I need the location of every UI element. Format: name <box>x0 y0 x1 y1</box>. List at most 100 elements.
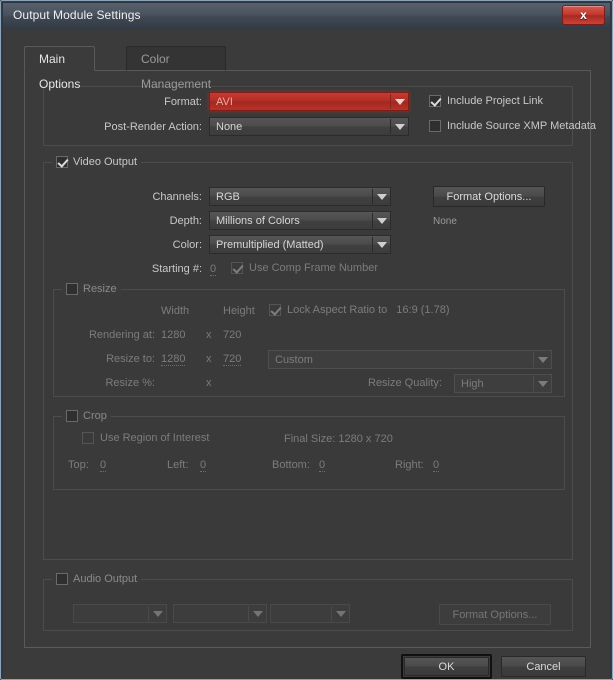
rendering-at-label: Rendering at: <box>88 329 155 341</box>
chevron-down-icon <box>332 605 349 622</box>
crop-bottom-field[interactable]: 0 <box>319 459 326 472</box>
cancel-button[interactable]: Cancel <box>501 656 586 677</box>
resize-group-title[interactable]: Resize <box>62 283 121 295</box>
chevron-down-icon <box>373 188 390 205</box>
resize-to-label: Resize to: <box>106 353 155 365</box>
chevron-down-icon <box>534 375 551 392</box>
rendering-x-separator: x <box>206 329 212 341</box>
dialog-footer: OK Cancel <box>3 648 610 679</box>
chevron-down-icon <box>534 351 551 368</box>
tab-color-management[interactable]: Color Management <box>126 46 227 91</box>
color-dropdown-value: Premultiplied (Matted) <box>216 238 324 251</box>
chevron-down-icon <box>249 605 266 622</box>
lock-aspect-ratio-checkbox[interactable]: Lock Aspect Ratio to 16:9 (1.78) <box>269 304 449 316</box>
audio-channels-dropdown[interactable] <box>270 604 350 623</box>
channels-dropdown-value: RGB <box>216 190 240 203</box>
channels-label: Channels: <box>152 191 202 203</box>
audio-output-group-title[interactable]: Audio Output <box>52 573 142 585</box>
depth-dropdown-value: Millions of Colors <box>216 214 300 227</box>
checkbox-icon <box>56 573 68 585</box>
color-dropdown[interactable]: Premultiplied (Matted) <box>209 235 391 254</box>
crop-left-field[interactable]: 0 <box>200 459 207 472</box>
crop-left-label: Left: <box>167 459 189 471</box>
audio-output-group: Audio Output Format Options... <box>43 573 573 631</box>
resize-height-field[interactable]: 720 <box>223 353 242 366</box>
format-label: Format: <box>164 96 202 108</box>
crop-group-title[interactable]: Crop <box>62 410 111 422</box>
video-output-group-title[interactable]: Video Output <box>52 156 142 168</box>
resize-group: Resize Width Height Lock Aspect Ratio to… <box>53 283 565 397</box>
lock-aspect-ratio-value: 16:9 (1.78) <box>396 304 450 316</box>
checkbox-icon <box>82 432 94 444</box>
crop-bottom-label: Bottom: <box>272 459 310 471</box>
close-button[interactable]: x <box>562 5 605 25</box>
chevron-down-icon <box>373 212 390 229</box>
video-format-options-button[interactable]: Format Options... <box>433 186 545 207</box>
resize-percent-label: Resize %: <box>105 377 155 389</box>
format-dropdown-value: AVI <box>216 95 233 108</box>
dialog-body: Main Options Color Management Format: AV… <box>3 29 610 679</box>
audio-format-options-button[interactable]: Format Options... <box>439 604 551 625</box>
chevron-down-icon <box>391 118 408 135</box>
checkbox-icon <box>56 156 68 168</box>
resize-quality-label: Resize Quality: <box>368 377 442 389</box>
starting-number-field[interactable]: 0 <box>210 263 217 276</box>
final-size-label: Final Size: 1280 x 720 <box>284 433 393 445</box>
chevron-down-icon <box>149 605 166 622</box>
checkbox-icon <box>429 95 441 107</box>
video-output-group: Video Output Channels: RGB Depth: Millio… <box>43 156 573 560</box>
use-region-of-interest-checkbox[interactable]: Use Region of Interest <box>82 432 209 444</box>
output-module-settings-dialog: Output Module Settings x Main Options Co… <box>0 0 613 680</box>
resize-quality-value: High <box>461 377 484 390</box>
audio-output-label: Audio Output <box>73 573 138 585</box>
audio-bit-depth-dropdown[interactable] <box>173 604 267 623</box>
starting-number-label: Starting #: <box>151 263 202 275</box>
post-render-action-dropdown[interactable]: None <box>209 117 409 136</box>
checkbox-icon <box>429 120 441 132</box>
crop-group: Crop Use Region of Interest Final Size: … <box>53 410 565 490</box>
include-project-link-checkbox[interactable]: Include Project Link <box>429 95 543 107</box>
chevron-down-icon <box>391 93 408 110</box>
checkbox-icon <box>269 304 281 316</box>
lock-aspect-ratio-label: Lock Aspect Ratio to <box>287 304 388 316</box>
window-title: Output Module Settings <box>13 8 141 22</box>
ok-button[interactable]: OK <box>404 657 489 676</box>
resize-width-field[interactable]: 1280 <box>161 353 186 366</box>
rendering-height-value: 720 <box>223 329 242 341</box>
resize-quality-dropdown[interactable]: High <box>454 374 552 393</box>
use-comp-frame-number-checkbox[interactable]: Use Comp Frame Number <box>231 262 378 274</box>
video-output-label: Video Output <box>73 156 138 168</box>
include-source-xmp-metadata-label: Include Source XMP Metadata <box>447 120 596 132</box>
crop-top-field[interactable]: 0 <box>100 459 107 472</box>
tab-main-options[interactable]: Main Options <box>24 46 96 91</box>
include-project-link-label: Include Project Link <box>447 95 543 107</box>
post-render-action-label: Post-Render Action: <box>104 121 202 133</box>
audio-sample-rate-dropdown[interactable] <box>73 604 167 623</box>
checkbox-icon <box>66 410 78 422</box>
rendering-width-value: 1280 <box>161 329 186 341</box>
resize-height-header: Height <box>223 305 255 317</box>
video-format-options-status: None <box>433 216 457 227</box>
crop-label: Crop <box>83 410 107 422</box>
include-source-xmp-metadata-checkbox[interactable]: Include Source XMP Metadata <box>429 120 596 132</box>
depth-dropdown[interactable]: Millions of Colors <box>209 211 391 230</box>
resize-x-separator: x <box>206 353 212 365</box>
resize-width-header: Width <box>161 305 190 317</box>
format-group: Format: AVI Post-Render Action: None Inc… <box>43 86 596 146</box>
main-options-panel: Format: AVI Post-Render Action: None Inc… <box>24 70 596 648</box>
format-dropdown[interactable]: AVI <box>209 92 409 111</box>
crop-right-label: Right: <box>395 459 424 471</box>
close-icon: x <box>580 8 587 22</box>
title-bar[interactable]: Output Module Settings x <box>3 3 610 29</box>
checkbox-icon <box>66 283 78 295</box>
chevron-down-icon <box>373 236 390 253</box>
depth-label: Depth: <box>169 215 202 227</box>
crop-top-label: Top: <box>68 459 89 471</box>
color-label: Color: <box>172 239 202 251</box>
checkbox-icon <box>231 262 243 274</box>
crop-right-field[interactable]: 0 <box>433 459 440 472</box>
resize-label: Resize <box>83 283 117 295</box>
channels-dropdown[interactable]: RGB <box>209 187 391 206</box>
resize-preset-dropdown[interactable]: Custom <box>268 350 552 369</box>
use-region-of-interest-label: Use Region of Interest <box>100 432 210 444</box>
